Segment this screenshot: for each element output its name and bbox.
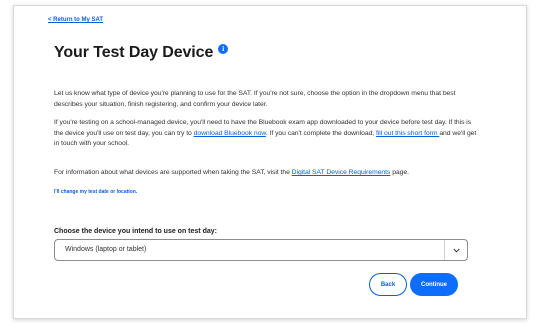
device-requirements-paragraph: For information about what devices are s… [54,168,479,179]
short-form-link[interactable]: fill out this short form [376,130,439,137]
device-select[interactable]: Windows (laptop or tablet) [54,239,468,261]
device-requirements-text-1: For information about what devices are s… [54,169,292,176]
chevron-down-icon[interactable] [450,243,462,257]
return-to-my-sat-link[interactable]: < Return to My SAT [48,17,103,23]
back-button[interactable]: Back [369,273,407,296]
school-device-paragraph: If you're testing on a school-managed de… [54,118,479,150]
device-select-label: Choose the device you intend to use on t… [54,228,217,235]
device-select-value: Windows (laptop or tablet) [65,246,147,253]
intro-paragraph: Let us know what type of device you're p… [54,90,456,108]
continue-button[interactable]: Continue [410,273,458,296]
title-row: Your Test Day Device i [54,44,229,64]
device-requirements-text-2: page. [390,169,409,176]
select-divider [444,240,445,260]
page-frame: < Return to My SAT Your Test Day Device … [13,5,527,319]
page-title: Your Test Day Device [54,44,214,61]
info-icon[interactable]: i [218,44,229,54]
school-device-text-2: . If you can't complete the download, [265,129,376,137]
page-content: < Return to My SAT Your Test Day Device … [14,6,526,318]
change-test-date-link[interactable]: I'll change my test date or location. [54,189,137,195]
download-bluebook-link[interactable]: download Bluebook now [194,130,266,137]
device-requirements-link[interactable]: Digital SAT Device Requirements [292,169,391,176]
